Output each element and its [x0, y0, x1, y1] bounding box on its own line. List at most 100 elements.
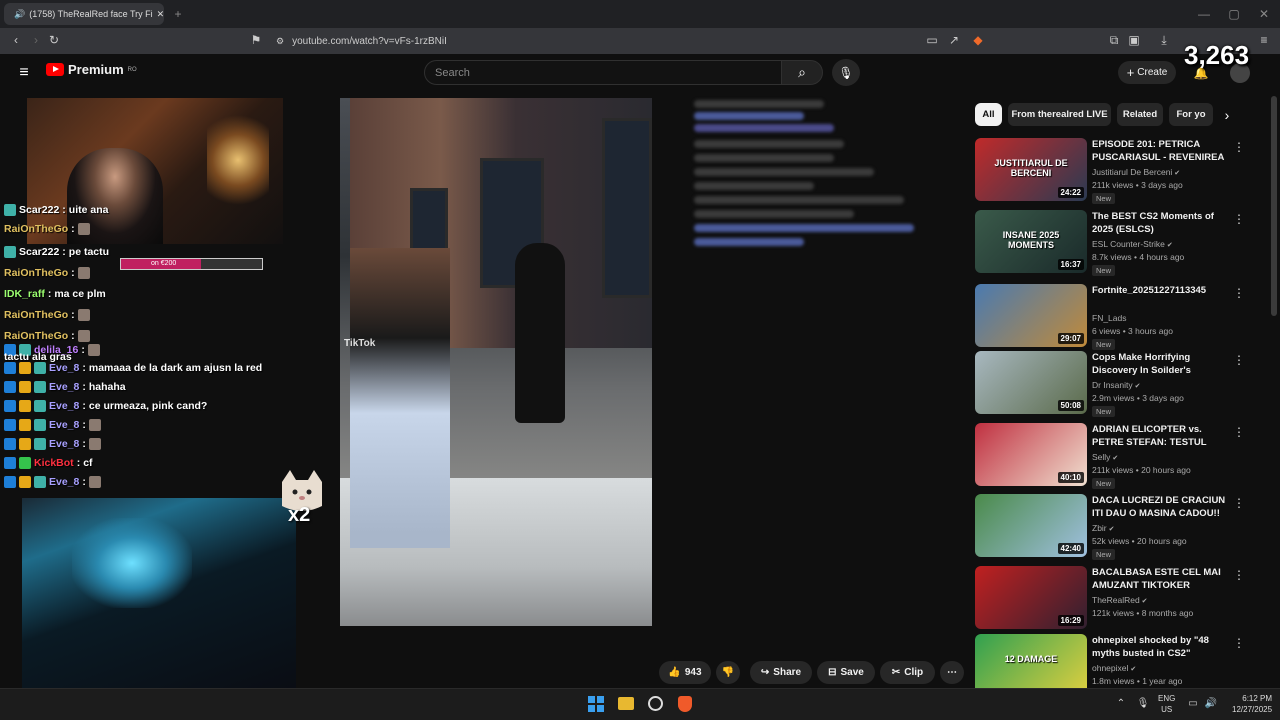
more-options-icon[interactable]: ⋮ — [1233, 212, 1245, 226]
share-button[interactable]: ↪ Share — [750, 661, 812, 684]
video-thumbnail[interactable]: 42:40 — [975, 494, 1087, 557]
video-thumbnail[interactable]: 50:08 — [975, 351, 1087, 414]
video-thumbnail[interactable]: 16:29 — [975, 566, 1087, 629]
video-title[interactable]: Cops Make Horrifying Discovery In Soilde… — [1092, 351, 1232, 378]
bookmark-icon[interactable]: ⚑ — [248, 32, 264, 48]
file-explorer-icon[interactable] — [618, 697, 634, 710]
video-thumbnail[interactable]: 40:10 — [975, 423, 1087, 486]
save-button[interactable]: ⊟ Save — [817, 661, 875, 684]
hamburger-menu-icon[interactable]: ≡ — [14, 64, 34, 82]
chat-username[interactable]: Eve_8 — [49, 400, 79, 412]
chat-username[interactable]: Eve_8 — [49, 362, 79, 374]
maximize-icon[interactable]: ▢ — [1226, 6, 1242, 22]
chat-username[interactable]: IDK_raff — [4, 288, 45, 300]
brave-browser-icon[interactable] — [678, 696, 692, 712]
video-thumbnail[interactable]: 29:07 — [975, 284, 1087, 347]
tray-chevron-icon[interactable]: ⌃ — [1114, 696, 1128, 710]
recommended-video[interactable]: 40:10 ADRIAN ELICOPTER vs. PETRE STEFAN: … — [975, 423, 1265, 489]
more-options-icon[interactable]: ⋮ — [1233, 140, 1245, 154]
chat-username[interactable]: Eve_8 — [49, 419, 79, 431]
video-title[interactable]: DACA LUCREZI DE CRACIUN ITI DAU O MASINA… — [1092, 494, 1232, 520]
chat-username[interactable]: Eve_8 — [49, 381, 79, 393]
more-options-icon[interactable]: ⋮ — [1233, 496, 1245, 510]
chat-username[interactable]: KickBot — [34, 457, 74, 469]
chat-username[interactable]: RaiOnTheGo — [4, 223, 68, 235]
clip-button[interactable]: ✂ Clip — [880, 661, 935, 684]
more-actions-button[interactable]: ⋯ — [940, 661, 964, 684]
scrollbar-thumb[interactable] — [1271, 96, 1277, 316]
video-thumbnail[interactable]: INSANE 2025 MOMENTS 16:37 — [975, 210, 1087, 273]
chat-username[interactable]: Scar222 — [19, 246, 59, 258]
video-thumbnail[interactable]: 12 DAMAGE — [975, 634, 1087, 688]
more-options-icon[interactable]: ⋮ — [1233, 353, 1245, 367]
browser-tab[interactable]: 🔊 (1758) TheRealRed face Try Fi ✕ — [4, 3, 164, 25]
voice-search-button[interactable]: 🎙 — [832, 59, 860, 86]
youtube-premium-logo[interactable]: Premium RO — [46, 62, 137, 77]
url-field[interactable]: ⚙ youtube.com/watch?v=vFs-1rzBNiI — [268, 31, 988, 51]
recommended-video[interactable]: JUSTITIARUL DE BERCENI 24:22 EPISODE 201: … — [975, 138, 1265, 204]
chat-username[interactable]: RaiOnTheGo — [4, 309, 68, 321]
recommended-video[interactable]: 29:07 Fortnite_20251227113345 FN_Lads 6 vie… — [975, 284, 1265, 350]
video-title[interactable]: Fortnite_20251227113345 — [1092, 284, 1232, 297]
cast-icon[interactable]: ▭ — [924, 32, 940, 48]
recommended-video[interactable]: 12 DAMAGE ohnepixel shocked by "48 myths … — [975, 634, 1265, 688]
channel-name[interactable]: ohnepixel ✔ — [1092, 663, 1136, 673]
video-player[interactable] — [340, 98, 652, 626]
search-button[interactable]: ⌕ — [781, 60, 823, 85]
obs-icon[interactable] — [648, 696, 663, 711]
chat-username[interactable]: RaiOnTheGo — [4, 330, 68, 342]
new-tab-icon[interactable]: + — [170, 6, 186, 22]
more-options-icon[interactable]: ⋮ — [1233, 425, 1245, 439]
channel-name[interactable]: Dr Insanity ✔ — [1092, 380, 1140, 390]
video-thumbnail[interactable]: JUSTITIARUL DE BERCENI 24:22 — [975, 138, 1087, 201]
video-title[interactable]: ADRIAN ELICOPTER vs. PETRE STEFAN: TESTU… — [1092, 423, 1232, 450]
volume-icon[interactable]: 🔊 — [1204, 696, 1218, 710]
filter-chip[interactable]: From therealred LIVE — [1008, 103, 1111, 126]
forward-icon[interactable]: › — [28, 32, 44, 48]
brave-shield-icon[interactable]: ◆ — [970, 32, 986, 48]
recommended-video[interactable]: INSANE 2025 MOMENTS 16:37 The BEST CS2 Mom… — [975, 210, 1265, 276]
window-close-icon[interactable]: ✕ — [1256, 6, 1272, 22]
more-options-icon[interactable]: ⋮ — [1233, 286, 1245, 300]
like-button[interactable]: 👍 943 — [659, 661, 711, 684]
filter-chip[interactable]: For yo — [1169, 103, 1213, 126]
search-input[interactable]: Search — [424, 60, 782, 85]
extensions-icon[interactable]: ⧉ — [1106, 32, 1122, 48]
tab-close-icon[interactable]: ✕ — [157, 9, 164, 20]
site-info-icon[interactable]: ⚙ — [276, 36, 284, 47]
language-indicator[interactable]: ENG US — [1158, 693, 1175, 715]
channel-name[interactable]: Selly ✔ — [1092, 452, 1118, 462]
video-title[interactable]: EPISODE 201: PETRICA PUSCARIASUL - REVEN… — [1092, 138, 1232, 165]
recommended-video[interactable]: 50:08 Cops Make Horrifying Discovery In S… — [975, 351, 1265, 417]
menu-icon[interactable]: ≡ — [1256, 32, 1272, 48]
share-page-icon[interactable]: ↗ — [946, 32, 962, 48]
filter-chip[interactable]: All — [975, 103, 1002, 126]
dislike-button[interactable]: 👎 — [716, 661, 740, 684]
chat-username[interactable]: Scar222 — [19, 204, 59, 216]
filter-chip[interactable]: Related — [1117, 103, 1163, 126]
video-title[interactable]: The BEST CS2 Moments of 2025 (ESLCS) — [1092, 210, 1232, 236]
more-options-icon[interactable]: ⋮ — [1233, 636, 1245, 650]
chat-username[interactable]: Eve_8 — [49, 438, 79, 450]
more-options-icon[interactable]: ⋮ — [1233, 568, 1245, 582]
chips-next-icon[interactable]: › — [1220, 107, 1234, 123]
windows-start-icon[interactable] — [588, 696, 604, 712]
channel-name[interactable]: ESL Counter-Strike ✔ — [1092, 239, 1173, 249]
channel-name[interactable]: Justitiarul De Berceni ✔ — [1092, 167, 1180, 177]
channel-name[interactable]: FN_Lads — [1092, 313, 1127, 323]
download-icon[interactable]: ⤓ — [1156, 32, 1172, 48]
tray-mic-icon[interactable]: 🎙 — [1136, 696, 1150, 710]
chat-username[interactable]: Eve_8 — [49, 476, 79, 488]
recommended-video[interactable]: 16:29 BACALBASA ESTE CEL MAI AMUZANT TIKT… — [975, 566, 1265, 632]
back-icon[interactable]: ‹ — [8, 32, 24, 48]
sidebar-icon[interactable]: ▣ — [1126, 32, 1142, 48]
network-icon[interactable]: ▭ — [1186, 696, 1200, 710]
taskbar-clock[interactable]: 6:12 PM 12/27/2025 — [1232, 693, 1272, 715]
chat-username[interactable]: RaiOnTheGo — [4, 267, 68, 279]
recommended-video[interactable]: 42:40 DACA LUCREZI DE CRACIUN ITI DAU O M… — [975, 494, 1265, 560]
reload-icon[interactable]: ↻ — [46, 32, 62, 48]
video-title[interactable]: BACALBASA ESTE CEL MAI AMUZANT TIKTOKER — [1092, 566, 1232, 592]
video-title[interactable]: ohnepixel shocked by "48 myths busted in… — [1092, 634, 1232, 660]
minimize-icon[interactable]: — — [1196, 6, 1212, 22]
create-button[interactable]: + Create — [1118, 61, 1176, 84]
